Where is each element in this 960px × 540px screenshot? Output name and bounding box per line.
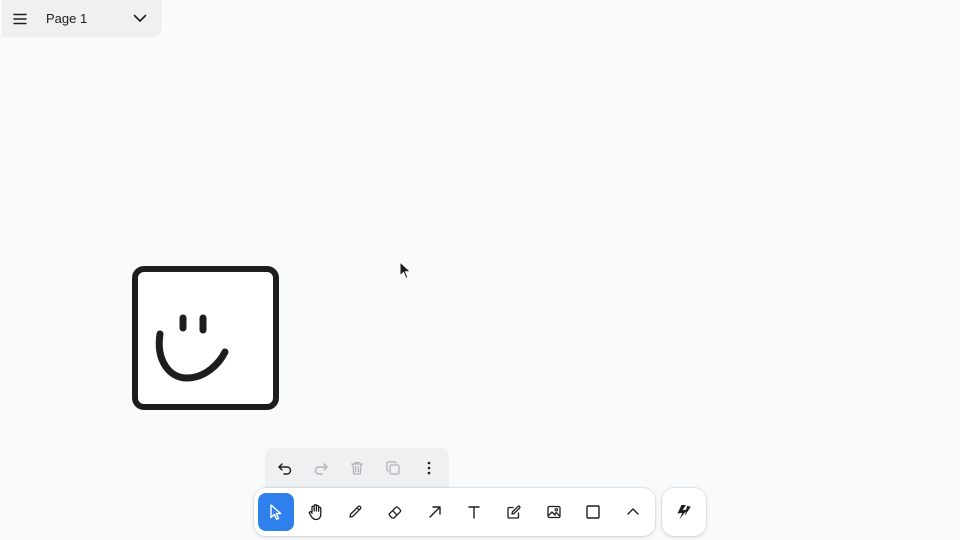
delete-button[interactable] bbox=[340, 451, 374, 485]
pencil-icon bbox=[349, 505, 362, 518]
note-icon bbox=[507, 505, 521, 519]
app-root: Page 1 bbox=[0, 0, 960, 540]
chevron-down-icon bbox=[133, 14, 147, 22]
tool-note[interactable] bbox=[496, 493, 532, 531]
mouse-cursor-icon bbox=[399, 261, 412, 280]
tool-more[interactable] bbox=[615, 493, 651, 531]
smiley-drawing-shape[interactable] bbox=[125, 260, 285, 420]
actions-bar bbox=[265, 448, 449, 488]
tool-rectangle[interactable] bbox=[576, 493, 612, 531]
cursor-arrow-icon bbox=[270, 504, 282, 520]
tldraw-logo-icon bbox=[677, 505, 691, 519]
undo-button[interactable] bbox=[268, 451, 302, 485]
trash-icon bbox=[350, 461, 364, 475]
eraser-icon bbox=[388, 506, 402, 519]
hamburger-menu-icon bbox=[13, 13, 27, 24]
tool-select[interactable] bbox=[258, 493, 294, 531]
image-icon bbox=[547, 505, 561, 519]
duplicate-icon bbox=[386, 461, 400, 475]
more-vertical-icon bbox=[427, 461, 431, 475]
tool-hand[interactable] bbox=[298, 493, 334, 531]
tool-eraser[interactable] bbox=[377, 493, 413, 531]
main-menu-button[interactable] bbox=[4, 3, 36, 35]
tool-draw[interactable] bbox=[337, 493, 373, 531]
text-icon bbox=[468, 506, 481, 519]
tool-asset[interactable] bbox=[536, 493, 572, 531]
undo-icon bbox=[278, 463, 292, 475]
rectangle-icon bbox=[586, 505, 601, 519]
current-page-name[interactable]: Page 1 bbox=[46, 11, 124, 26]
main-toolbar bbox=[254, 488, 655, 536]
arrow-icon bbox=[428, 506, 441, 518]
hand-icon bbox=[308, 504, 321, 521]
redo-button[interactable] bbox=[304, 451, 338, 485]
help-menu-button[interactable] bbox=[662, 488, 706, 536]
more-actions-button[interactable] bbox=[412, 451, 446, 485]
page-dropdown-button[interactable] bbox=[124, 3, 156, 35]
tool-text[interactable] bbox=[457, 493, 493, 531]
page-menu: Page 1 bbox=[2, 0, 162, 37]
duplicate-button[interactable] bbox=[376, 451, 410, 485]
tool-arrow[interactable] bbox=[417, 493, 453, 531]
redo-icon bbox=[314, 463, 328, 475]
chevron-up-icon bbox=[627, 508, 639, 515]
